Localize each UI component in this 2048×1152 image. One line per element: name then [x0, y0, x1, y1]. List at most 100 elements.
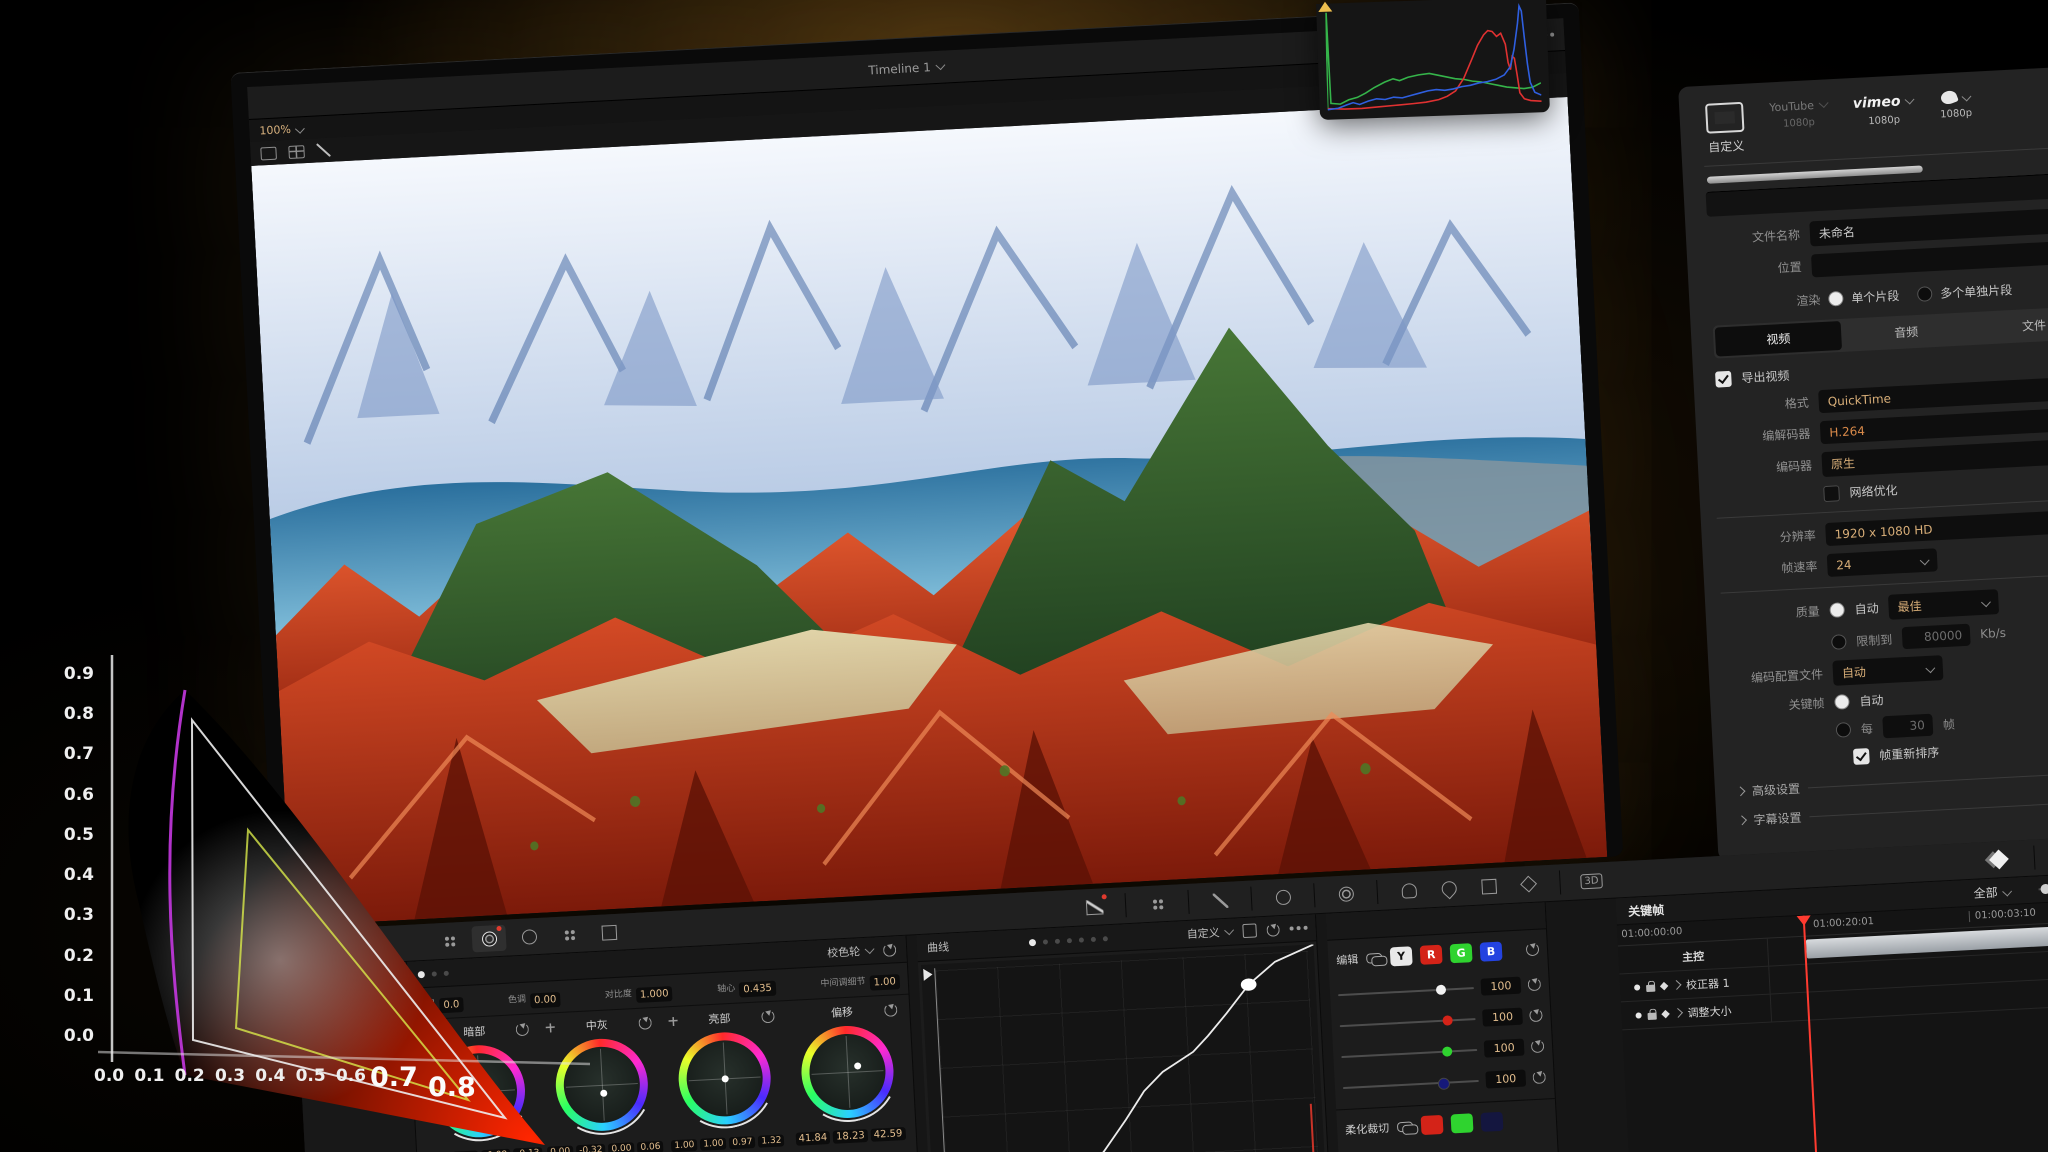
crosshair-icon[interactable]: [546, 1023, 555, 1032]
softclip-r-button[interactable]: [1421, 1115, 1444, 1135]
preset-vimeo[interactable]: vimeo 1080p: [1853, 93, 1915, 128]
reset-icon[interactable]: [1266, 923, 1280, 937]
keyframes-every-radio[interactable]: [1836, 722, 1852, 738]
reset-icon[interactable]: [1532, 1070, 1546, 1084]
contrast-control[interactable]: 对比度1.000: [604, 981, 673, 1004]
reset-icon[interactable]: [884, 1003, 898, 1017]
network-optimization-checkbox[interactable]: [1823, 485, 1840, 502]
gamma-color-wheel[interactable]: [554, 1037, 651, 1134]
magic-mask-icon[interactable]: [1391, 876, 1426, 904]
preset-youtube[interactable]: YouTube 1080p: [1769, 97, 1828, 130]
link-icon[interactable]: [1397, 1121, 1414, 1132]
keyframes-panel-icon[interactable]: [1981, 846, 2016, 874]
encoder-select[interactable]: 原生: [1821, 437, 2048, 477]
quality-auto-radio[interactable]: [1829, 602, 1845, 618]
stereo-3d-icon[interactable]: 3D: [1574, 867, 1609, 895]
curves-mode-select[interactable]: 自定义: [1186, 924, 1233, 942]
quality-limit-input[interactable]: 80000: [1902, 624, 1971, 650]
enable-dot-icon[interactable]: [1635, 1012, 1641, 1018]
pivot-control[interactable]: 轴心0.435: [717, 976, 777, 998]
palette-page-dots[interactable]: [418, 969, 449, 978]
softclip-g-button[interactable]: [1451, 1113, 1474, 1133]
keyframes-timeline[interactable]: 01:00:00:00 01:00:20:01 01:00:03:10 主控 校…: [1617, 895, 2048, 1152]
curves-icon[interactable]: [1077, 893, 1112, 921]
preset-twitter[interactable]: 1080p: [1939, 90, 1972, 121]
lightbox-grid-icon[interactable]: [288, 145, 305, 159]
crosshair-icon[interactable]: [668, 1016, 677, 1025]
reset-icon[interactable]: [761, 1009, 775, 1023]
reset-icon[interactable]: [1528, 978, 1542, 992]
tracker-icon[interactable]: [1328, 880, 1363, 908]
framerate-select[interactable]: 24: [1827, 548, 1938, 577]
gain-color-wheel[interactable]: [676, 1030, 773, 1127]
keyframes-every-input[interactable]: 30: [1882, 714, 1933, 739]
enhance-wand-icon[interactable]: [316, 143, 331, 158]
softclip-b-button[interactable]: [1480, 1112, 1503, 1132]
rgb-mixer-icon[interactable]: [551, 921, 586, 949]
quality-best-select[interactable]: 最佳: [1888, 589, 1999, 620]
soft-clip-label: 柔化裁切: [1345, 1119, 1390, 1137]
clip-filmstrip-icon[interactable]: [260, 146, 277, 160]
sizing-icon[interactable]: [1511, 870, 1546, 898]
reset-icon[interactable]: [516, 1022, 530, 1036]
tab-video[interactable]: 视频: [1715, 321, 1842, 357]
link-icon[interactable]: [1366, 952, 1383, 963]
hdr-wheels-icon[interactable]: [511, 923, 546, 951]
channel-y-button[interactable]: Y: [1390, 946, 1413, 966]
grid-icon[interactable]: [431, 927, 466, 955]
midtone-detail-control[interactable]: 中间调细节1.00: [820, 969, 900, 992]
keyframes-zoom-slider[interactable]: [2039, 884, 2048, 891]
reset-icon[interactable]: [1531, 1039, 1545, 1053]
quality-limit-radio[interactable]: [1831, 634, 1847, 650]
keyframes-filter-select[interactable]: 全部: [1973, 882, 2011, 901]
tint-control[interactable]: 色调0.00: [507, 987, 560, 1009]
export-video-checkbox[interactable]: [1715, 370, 1732, 387]
expand-icon[interactable]: [1242, 923, 1257, 938]
offset-color-wheel[interactable]: [799, 1024, 896, 1121]
keyframes-auto-radio[interactable]: [1834, 694, 1850, 710]
warper-icon[interactable]: [1139, 890, 1174, 918]
curves-page-dots[interactable]: [1028, 935, 1107, 946]
tab-audio[interactable]: 音频: [1843, 314, 1970, 350]
more-options-icon[interactable]: [1289, 926, 1293, 930]
curve-editor[interactable]: [921, 944, 1329, 1152]
channel-g-button[interactable]: G: [1450, 943, 1473, 963]
preset-custom[interactable]: 自定义: [1705, 102, 1746, 156]
lock-icon[interactable]: [1647, 1012, 1656, 1019]
enable-dot-icon[interactable]: [1634, 984, 1640, 990]
reset-icon[interactable]: [883, 943, 897, 957]
motion-effects-icon[interactable]: [591, 918, 626, 946]
format-select[interactable]: QuickTime: [1818, 375, 2048, 413]
crosshair-icon[interactable]: [423, 1029, 432, 1038]
reset-icon[interactable]: [1529, 1009, 1543, 1023]
resolution-select[interactable]: 1920 x 1080 HD: [1825, 508, 2048, 546]
preset-scrollbar[interactable]: [1707, 165, 1923, 183]
filename-input[interactable]: 未命名: [1809, 207, 2048, 247]
location-input[interactable]: [1811, 240, 2048, 278]
keyframes-title: 关键帧: [1628, 901, 1665, 920]
codec-select[interactable]: H.264: [1820, 406, 2048, 444]
wheels-mode-select[interactable]: 校色轮: [827, 942, 874, 960]
chevron-right-icon[interactable]: [1672, 980, 1682, 990]
channel-r-button[interactable]: R: [1420, 945, 1443, 965]
lock-icon[interactable]: [1646, 984, 1655, 991]
frame-reorder-checkbox[interactable]: [1853, 748, 1870, 765]
offset-wheel-card: 偏移 41.84 18.23 42.59: [785, 999, 910, 1146]
render-single-radio[interactable]: [1828, 291, 1844, 307]
power-window-icon[interactable]: [1265, 883, 1300, 911]
temp-control[interactable]: 色温0.0: [417, 992, 464, 1013]
profile-select[interactable]: 自动: [1832, 655, 1943, 686]
chevron-right-icon: [1737, 815, 1747, 825]
qualifier-icon[interactable]: [1202, 886, 1237, 914]
chevron-right-icon[interactable]: [1673, 1008, 1683, 1018]
blur-icon[interactable]: [1431, 874, 1466, 902]
channel-b-button[interactable]: B: [1480, 942, 1503, 962]
color-wheels-icon[interactable]: [471, 925, 506, 953]
tab-file[interactable]: 文件: [1970, 308, 2048, 344]
render-multiple-radio[interactable]: [1917, 286, 1933, 302]
ruler-tc-mid: 01:00:20:01: [1813, 916, 1875, 930]
key-icon[interactable]: [1471, 872, 1506, 900]
reset-icon[interactable]: [638, 1016, 652, 1030]
lift-color-wheel[interactable]: [431, 1043, 528, 1140]
reset-icon[interactable]: [1526, 943, 1540, 957]
